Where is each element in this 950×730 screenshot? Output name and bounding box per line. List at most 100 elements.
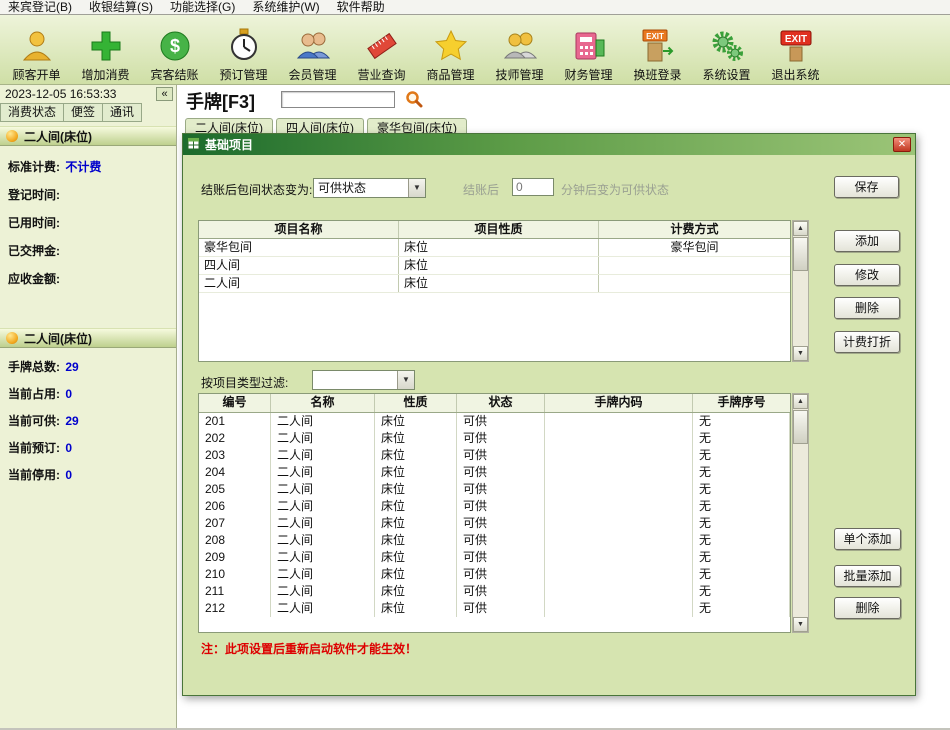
chevron-down-icon[interactable]: ▼ — [408, 179, 425, 197]
card-type-cell: 床位 — [375, 600, 457, 617]
column-header[interactable]: 状态 — [457, 394, 545, 412]
toolbar-label: 系统设置 — [702, 68, 750, 82]
card-status-cell: 可供 — [457, 566, 545, 583]
toolbar-settings-button[interactable]: 系统设置 — [692, 18, 761, 82]
card-number-cell: 206 — [199, 498, 271, 515]
projects-table-header: 项目名称 项目性质 计费方式 — [199, 221, 790, 239]
after-minutes-input[interactable] — [512, 178, 554, 196]
table-row[interactable]: 豪华包间 床位 豪华包间 — [199, 239, 790, 257]
column-header[interactable]: 项目性质 — [399, 221, 599, 238]
toolbar-technician-button[interactable]: 技师管理 — [485, 18, 554, 82]
toolbar-checkout-button[interactable]: $ 宾客结账 — [140, 18, 209, 82]
scroll-up-icon[interactable]: ▲ — [793, 221, 808, 236]
toolbar-members-button[interactable]: 会员管理 — [278, 18, 347, 82]
stats-field: 当前预订: 0 — [0, 432, 176, 459]
table-row[interactable]: 201 二人间 床位 可供 无 — [199, 413, 790, 430]
scroll-down-icon[interactable]: ▼ — [793, 346, 808, 361]
project-name-cell: 豪华包间 — [199, 239, 399, 256]
card-number-cell: 209 — [199, 549, 271, 566]
handcard-search-input[interactable] — [281, 91, 395, 108]
table-row[interactable]: 212 二人间 床位 可供 无 — [199, 600, 790, 617]
column-header[interactable]: 编号 — [199, 394, 271, 412]
dollar-glyph: $ — [169, 36, 179, 56]
scroll-down-icon[interactable]: ▼ — [793, 617, 808, 632]
column-header[interactable]: 手牌内码 — [545, 394, 693, 412]
toolbar-business-query-button[interactable]: 营业查询 — [347, 18, 416, 82]
close-icon[interactable]: ✕ — [893, 137, 911, 152]
table-row[interactable]: 211 二人间 床位 可供 无 — [199, 583, 790, 600]
table-row[interactable]: 207 二人间 床位 可供 无 — [199, 515, 790, 532]
toolbar-goods-button[interactable]: 商品管理 — [416, 18, 485, 82]
menu-item-help[interactable]: 软件帮助 — [337, 0, 385, 15]
delete-button[interactable]: 删除 — [834, 297, 900, 319]
card-serial-cell: 无 — [693, 515, 790, 532]
card-code-cell — [545, 413, 693, 430]
batch-add-button[interactable]: 批量添加 — [834, 565, 901, 587]
checkout-status-select[interactable]: 可供状态 ▼ — [313, 178, 426, 198]
card-type-cell: 床位 — [375, 532, 457, 549]
modify-button[interactable]: 修改 — [834, 264, 900, 286]
menu-item-maintenance[interactable]: 系统维护(W) — [252, 0, 319, 15]
table-row[interactable]: 203 二人间 床位 可供 无 — [199, 447, 790, 464]
select-value — [313, 371, 397, 389]
table-row[interactable]: 204 二人间 床位 可供 无 — [199, 464, 790, 481]
search-icon[interactable] — [405, 90, 423, 111]
table-row[interactable]: 四人间 床位 — [199, 257, 790, 275]
menu-item-functions[interactable]: 功能选择(G) — [170, 0, 235, 15]
card-name-cell: 二人间 — [271, 413, 375, 430]
tab-consume-status[interactable]: 消费状态 — [0, 103, 64, 122]
stats-field: 手牌总数: 29 — [0, 351, 176, 378]
column-header[interactable]: 计费方式 — [599, 221, 790, 238]
menu-item-guest-register[interactable]: 来宾登记(B) — [8, 0, 72, 15]
toolbar-reservation-button[interactable]: 预订管理 — [209, 18, 278, 82]
card-type-cell: 床位 — [375, 447, 457, 464]
sidebar-collapse-button[interactable]: « — [156, 87, 173, 101]
toolbar-customer-order-button[interactable]: 顾客开单 — [2, 18, 71, 82]
field-value: 0 — [65, 387, 72, 401]
delete-cards-button[interactable]: 删除 — [834, 597, 901, 619]
menu-item-cashier[interactable]: 收银结算(S) — [89, 0, 153, 15]
billing-discount-button[interactable]: 计费打折 — [834, 331, 900, 353]
table-row[interactable]: 205 二人间 床位 可供 无 — [199, 481, 790, 498]
filter-select[interactable]: ▼ — [312, 370, 415, 390]
tab-notes[interactable]: 便签 — [64, 103, 103, 122]
card-name-cell: 二人间 — [271, 600, 375, 617]
toolbar-label: 商品管理 — [426, 68, 474, 82]
add-button[interactable]: 添加 — [834, 230, 900, 252]
toolbar-exit-button[interactable]: EXIT 退出系统 — [761, 18, 830, 82]
chevron-down-icon[interactable]: ▼ — [397, 371, 414, 389]
exit-glyph: EXIT — [784, 34, 806, 45]
column-header[interactable]: 项目名称 — [199, 221, 399, 238]
toolbar-label: 技师管理 — [495, 68, 543, 82]
table-row[interactable]: 209 二人间 床位 可供 无 — [199, 549, 790, 566]
toolbar-shift-login-button[interactable]: EXIT 换班登录 — [623, 18, 692, 82]
table-row[interactable]: 210 二人间 床位 可供 无 — [199, 566, 790, 583]
sidebar-tabs: 消费状态 便签 通讯 — [0, 103, 142, 122]
single-add-button[interactable]: 单个添加 — [834, 528, 901, 550]
billing-mode-cell — [599, 275, 790, 292]
table-row[interactable]: 二人间 床位 — [199, 275, 790, 293]
project-type-cell: 床位 — [399, 257, 599, 274]
tab-contacts[interactable]: 通讯 — [103, 103, 142, 122]
dialog-title-icon — [187, 137, 200, 153]
scroll-up-icon[interactable]: ▲ — [793, 394, 808, 409]
scrollbar-thumb[interactable] — [793, 237, 808, 271]
toolbar: 顾客开单 增加消费 $ 宾客结账 预订管理 会员管理 — [0, 15, 950, 85]
shift-login-icon: EXIT — [640, 25, 676, 67]
toolbar-add-consumption-button[interactable]: 增加消费 — [71, 18, 140, 82]
card-number-cell: 204 — [199, 464, 271, 481]
save-button[interactable]: 保存 — [834, 176, 899, 198]
column-header[interactable]: 性质 — [375, 394, 457, 412]
table-row[interactable]: 202 二人间 床位 可供 无 — [199, 430, 790, 447]
status-field: 标准计费: 不计费 — [0, 151, 176, 179]
table-row[interactable]: 208 二人间 床位 可供 无 — [199, 532, 790, 549]
table-row[interactable]: 206 二人间 床位 可供 无 — [199, 498, 790, 515]
card-serial-cell: 无 — [693, 447, 790, 464]
status-field: 已用时间: — [0, 207, 176, 235]
scrollbar-thumb[interactable] — [793, 410, 808, 444]
toolbar-finance-button[interactable]: 财务管理 — [554, 18, 623, 82]
card-type-cell: 床位 — [375, 566, 457, 583]
column-header[interactable]: 手牌序号 — [693, 394, 790, 412]
toolbar-label: 退出系统 — [771, 68, 819, 82]
column-header[interactable]: 名称 — [271, 394, 375, 412]
